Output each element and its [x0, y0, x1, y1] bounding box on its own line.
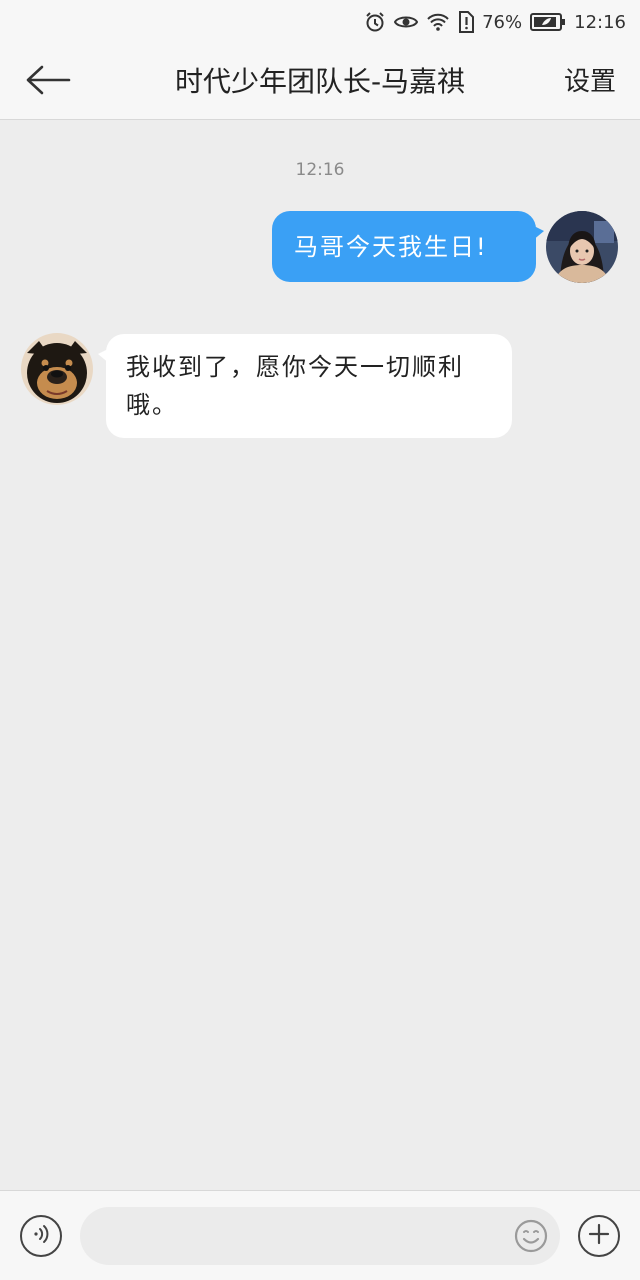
status-icons: 76% 12:16: [364, 9, 626, 35]
status-bar: 76% 12:16: [0, 0, 640, 44]
eye-icon: [394, 13, 419, 31]
alarm-icon: [364, 11, 386, 33]
wifi-icon: [426, 12, 450, 32]
settings-button[interactable]: 设置: [564, 44, 616, 120]
message-timestamp: 12:16: [295, 160, 345, 180]
battery-icon: [530, 13, 566, 31]
sim-alert-icon: [458, 11, 475, 33]
arrow-left-icon: [25, 64, 71, 100]
received-message-bubble[interactable]: 我收到了，愿你今天一切顺利哦。: [98, 334, 512, 438]
dog-avatar-image: [21, 333, 93, 405]
voice-icon: [30, 1223, 52, 1249]
battery-percent: 76%: [482, 11, 523, 33]
emoji-icon: [514, 1219, 548, 1257]
clock-time: 12:16: [574, 11, 626, 33]
voice-button[interactable]: [20, 1215, 62, 1257]
back-button[interactable]: [20, 58, 76, 106]
contact-avatar[interactable]: [21, 333, 93, 405]
message-input[interactable]: [80, 1207, 560, 1265]
my-avatar[interactable]: [546, 211, 618, 283]
chat-title: 时代少年团队长-马嘉祺: [174, 65, 466, 98]
girl-avatar-image: [546, 211, 618, 283]
emoji-button[interactable]: [514, 1219, 548, 1253]
more-button[interactable]: [578, 1215, 620, 1257]
sent-message-bubble[interactable]: 马哥今天我生日!: [272, 211, 544, 282]
input-bar: [0, 1190, 640, 1280]
plus-icon: [587, 1222, 611, 1250]
chat-header: 时代少年团队长-马嘉祺 设置: [0, 44, 640, 120]
